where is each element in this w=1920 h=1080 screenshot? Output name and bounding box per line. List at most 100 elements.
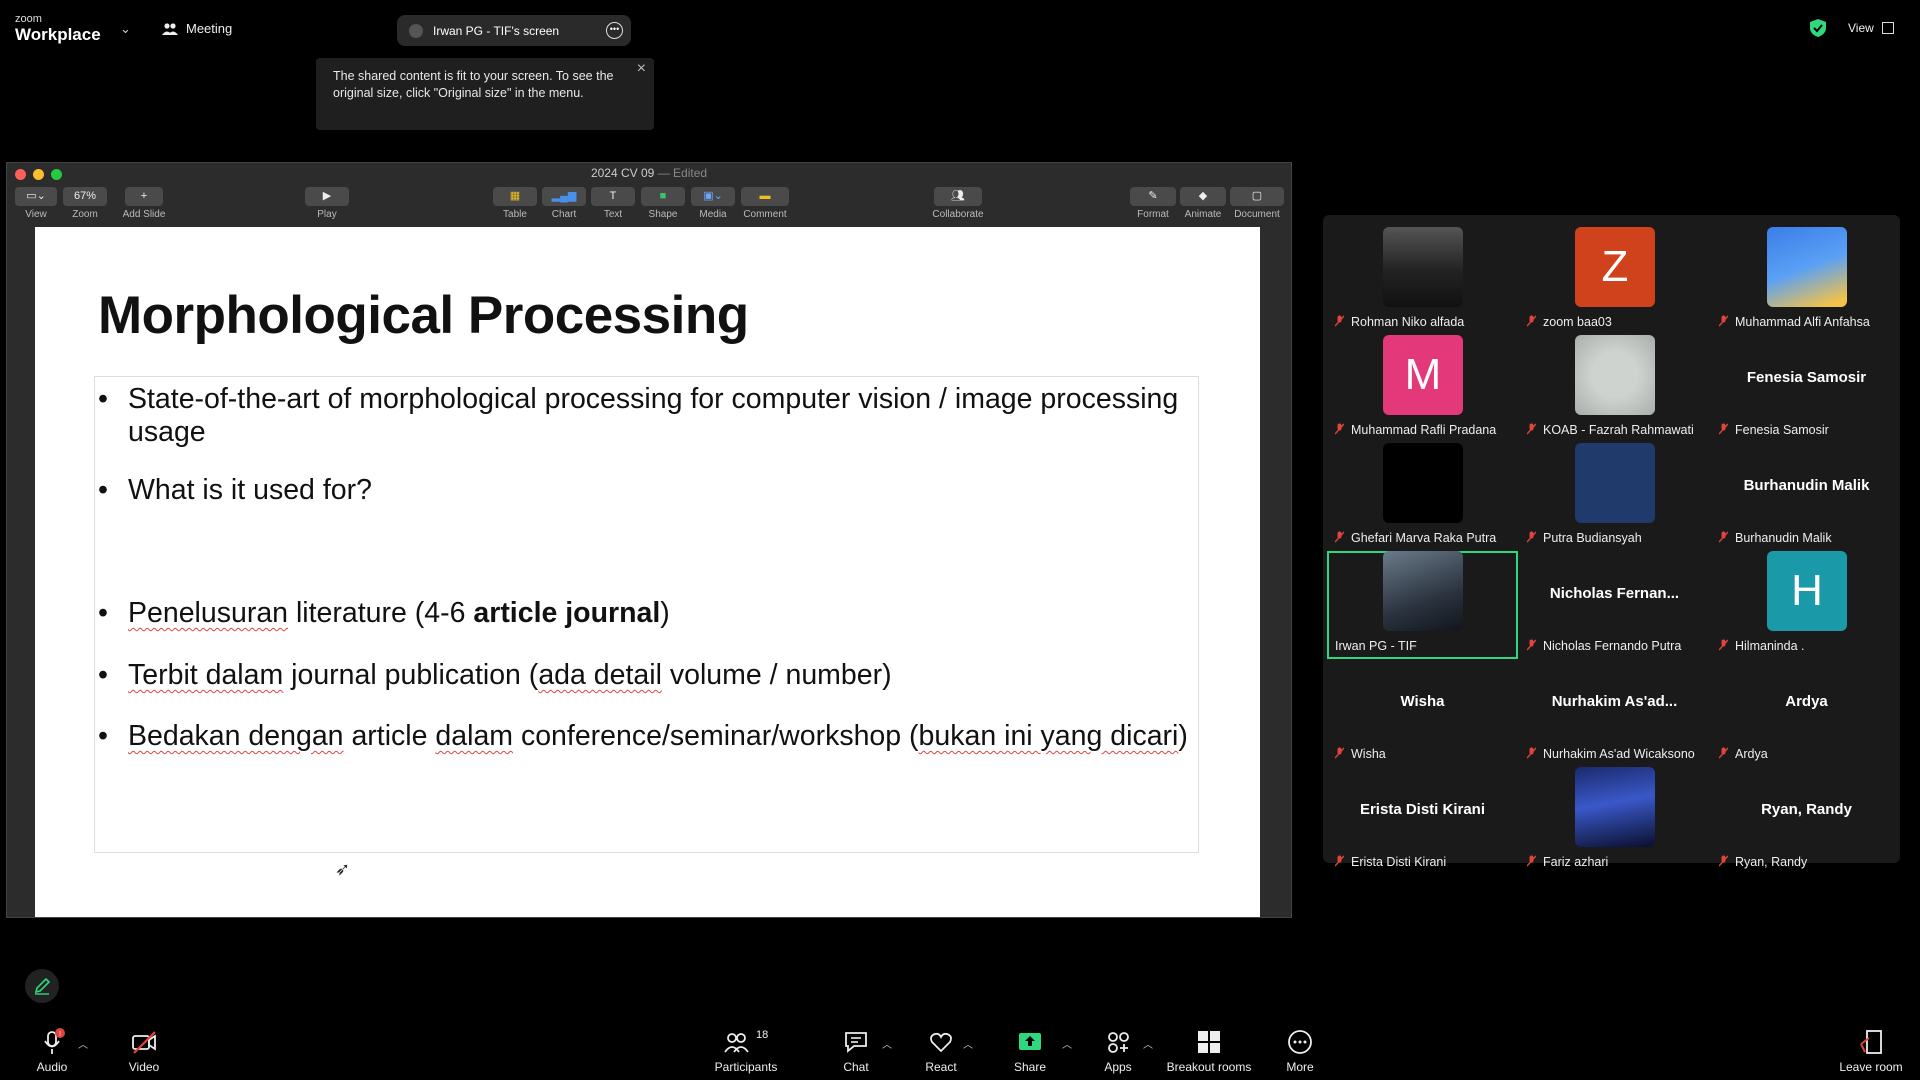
document-icon: ▢	[1230, 187, 1284, 206]
text-icon: T	[591, 187, 635, 206]
video-button[interactable]: Video	[122, 1028, 166, 1074]
text-tool[interactable]: T Text	[591, 187, 635, 220]
table-icon: ▦	[493, 187, 537, 206]
slide-body-textbox[interactable]: State-of-the-art of morphological proces…	[94, 376, 1199, 853]
document-tool[interactable]: ▢ Document	[1230, 187, 1284, 220]
top-bar: zoom Workplace ⌄ Meeting Irwan PG - TIF'…	[0, 0, 1920, 52]
muted-mic-icon	[1527, 747, 1536, 759]
participants-button[interactable]: 18 Participants	[712, 1028, 780, 1074]
share-options-caret-icon[interactable]: ︿	[1062, 1036, 1072, 1051]
participant-name: Fariz azhari	[1543, 855, 1609, 869]
audio-button[interactable]: ! Audio	[30, 1028, 74, 1074]
bullet-2: What is it used for?	[98, 474, 1188, 507]
svg-text:!: !	[59, 1031, 61, 1038]
apps-options-caret-icon[interactable]: ︿	[1143, 1036, 1153, 1051]
chat-options-caret-icon[interactable]: ︿	[882, 1036, 892, 1051]
chart-tool[interactable]: ▂▄▆ Chart	[542, 187, 586, 220]
annotate-pen-button[interactable]	[25, 969, 59, 1003]
play-label: Play	[317, 209, 337, 220]
table-label: Table	[503, 209, 527, 220]
muted-mic-icon	[1335, 747, 1344, 759]
shared-keynote-window: 2024 CV 09 — Edited ▭⌄ View 67% Zoom + A…	[6, 162, 1292, 918]
avatar: M	[1383, 335, 1463, 415]
shape-tool[interactable]: ■ Shape	[641, 187, 685, 220]
paintbrush-icon: ✎	[1130, 187, 1176, 206]
react-button[interactable]: React	[919, 1028, 963, 1074]
document-label: Document	[1234, 209, 1280, 220]
more-button[interactable]: More	[1278, 1028, 1322, 1074]
shield-check-icon[interactable]	[1810, 19, 1826, 37]
grid-view-icon[interactable]	[1882, 22, 1894, 34]
animate-tool[interactable]: ◆ Animate	[1180, 187, 1226, 220]
add-slide-tool[interactable]: + Add Slide	[119, 187, 169, 220]
participant-tile[interactable]: Zzoom baa03	[1519, 227, 1710, 335]
muted-mic-icon	[1335, 315, 1344, 327]
participant-tile[interactable]: Fariz azhari	[1519, 767, 1710, 875]
participant-tile[interactable]: Ryan, Randy Ryan, Randy	[1711, 767, 1902, 875]
view-button[interactable]: View	[1848, 21, 1874, 35]
edited-label: — Edited	[657, 166, 708, 180]
participant-tile[interactable]: Muhammad Alfi Anfahsa	[1711, 227, 1902, 335]
participant-tile[interactable]: Rohman Niko alfada	[1327, 227, 1518, 335]
share-button[interactable]: Share	[1008, 1028, 1052, 1074]
zoom-tool[interactable]: 67% Zoom	[63, 187, 107, 220]
more-options-icon[interactable]: •••	[606, 22, 623, 39]
comment-tool[interactable]: ▬ Comment	[741, 187, 789, 220]
bullet-5-part-d: conference/seminar/workshop (	[513, 720, 919, 752]
participant-tile[interactable]: Nicholas Fernan... Nicholas Fernando Putr…	[1519, 551, 1710, 659]
tooltip-text: The shared content is fit to your screen…	[333, 69, 614, 100]
collaborate-tool[interactable]: 👥︎ Collaborate	[927, 187, 989, 220]
participant-name: Hilmaninda .	[1735, 639, 1805, 653]
chat-button[interactable]: Chat	[834, 1028, 878, 1074]
participant-tile[interactable]: Wisha Wisha	[1327, 659, 1518, 767]
participant-display-name: Nurhakim As'ad...	[1551, 693, 1678, 710]
zoom-logo-small: zoom	[15, 13, 42, 25]
participant-name: Ardya	[1735, 747, 1768, 761]
muted-mic-icon	[1335, 855, 1344, 867]
muted-mic-icon	[1527, 855, 1536, 867]
participant-tile[interactable]: Nurhakim As'ad... Nurhakim As'ad Wicakson…	[1519, 659, 1710, 767]
close-icon[interactable]: ×	[637, 60, 646, 78]
slide-canvas[interactable]: Morphological Processing State-of-the-ar…	[35, 227, 1260, 917]
participant-name: Nicholas Fernando Putra	[1543, 639, 1682, 653]
mouse-cursor-icon: ➶	[335, 859, 351, 879]
participant-tile[interactable]: Putra Budiansyah	[1519, 443, 1710, 551]
avatar	[1575, 767, 1655, 847]
participant-tile[interactable]: Fenesia Samosir Fenesia Samosir	[1711, 335, 1902, 443]
participant-display-name: Erista Disti Kirani	[1359, 801, 1486, 818]
avatar	[1383, 551, 1463, 631]
react-options-caret-icon[interactable]: ︿	[963, 1036, 973, 1051]
shape-icon: ■	[641, 187, 685, 206]
muted-mic-icon	[1527, 423, 1536, 435]
meeting-button[interactable]: Meeting	[162, 21, 232, 36]
chevron-down-icon[interactable]: ⌄	[120, 21, 131, 37]
apps-button[interactable]: Apps	[1096, 1028, 1140, 1074]
play-tool[interactable]: ▶ Play	[305, 187, 349, 220]
collaborate-icon: 👥︎	[934, 187, 982, 206]
participant-tile[interactable]: Irwan PG - TIF	[1327, 551, 1518, 659]
media-tool[interactable]: ▣⌄ Media	[691, 187, 735, 220]
participant-tile[interactable]: H Hilmaninda .	[1711, 551, 1902, 659]
avatar: H	[1767, 551, 1847, 631]
participant-name: Rohman Niko alfada	[1351, 315, 1465, 329]
participant-tile[interactable]: Ardya Ardya	[1711, 659, 1902, 767]
audio-options-caret-icon[interactable]: ︿	[78, 1036, 88, 1051]
participant-tile[interactable]: Erista Disti Kirani Erista Disti Kirani	[1327, 767, 1518, 875]
bullet-5: Bedakan dengan article dalam conference/…	[98, 720, 1188, 753]
screen-share-pill[interactable]: Irwan PG - TIF's screen •••	[397, 15, 631, 46]
participant-tile[interactable]: Ghefari Marva Raka Putra	[1327, 443, 1518, 551]
view-tool[interactable]: ▭⌄ View	[15, 187, 57, 220]
participant-tile[interactable]: M Muhammad Rafli Pradana	[1327, 335, 1518, 443]
participant-tile[interactable]: Burhanudin Malik Burhanudin Malik	[1711, 443, 1902, 551]
participant-name: zoom baa03	[1543, 315, 1612, 329]
breakout-rooms-button[interactable]: Breakout rooms	[1160, 1028, 1258, 1074]
participant-tile[interactable]: KOAB - Fazrah Rahmawati	[1519, 335, 1710, 443]
people-icon	[162, 22, 178, 35]
participant-name: KOAB - Fazrah Rahmawati	[1543, 423, 1694, 437]
format-tool[interactable]: ✎ Format	[1130, 187, 1176, 220]
leave-room-button[interactable]: Leave room	[1836, 1028, 1906, 1074]
share-pill-label: Irwan PG - TIF's screen	[433, 23, 560, 38]
participant-name: Erista Disti Kirani	[1351, 855, 1447, 869]
table-tool[interactable]: ▦ Table	[493, 187, 537, 220]
share-screen-icon	[1019, 1033, 1041, 1050]
